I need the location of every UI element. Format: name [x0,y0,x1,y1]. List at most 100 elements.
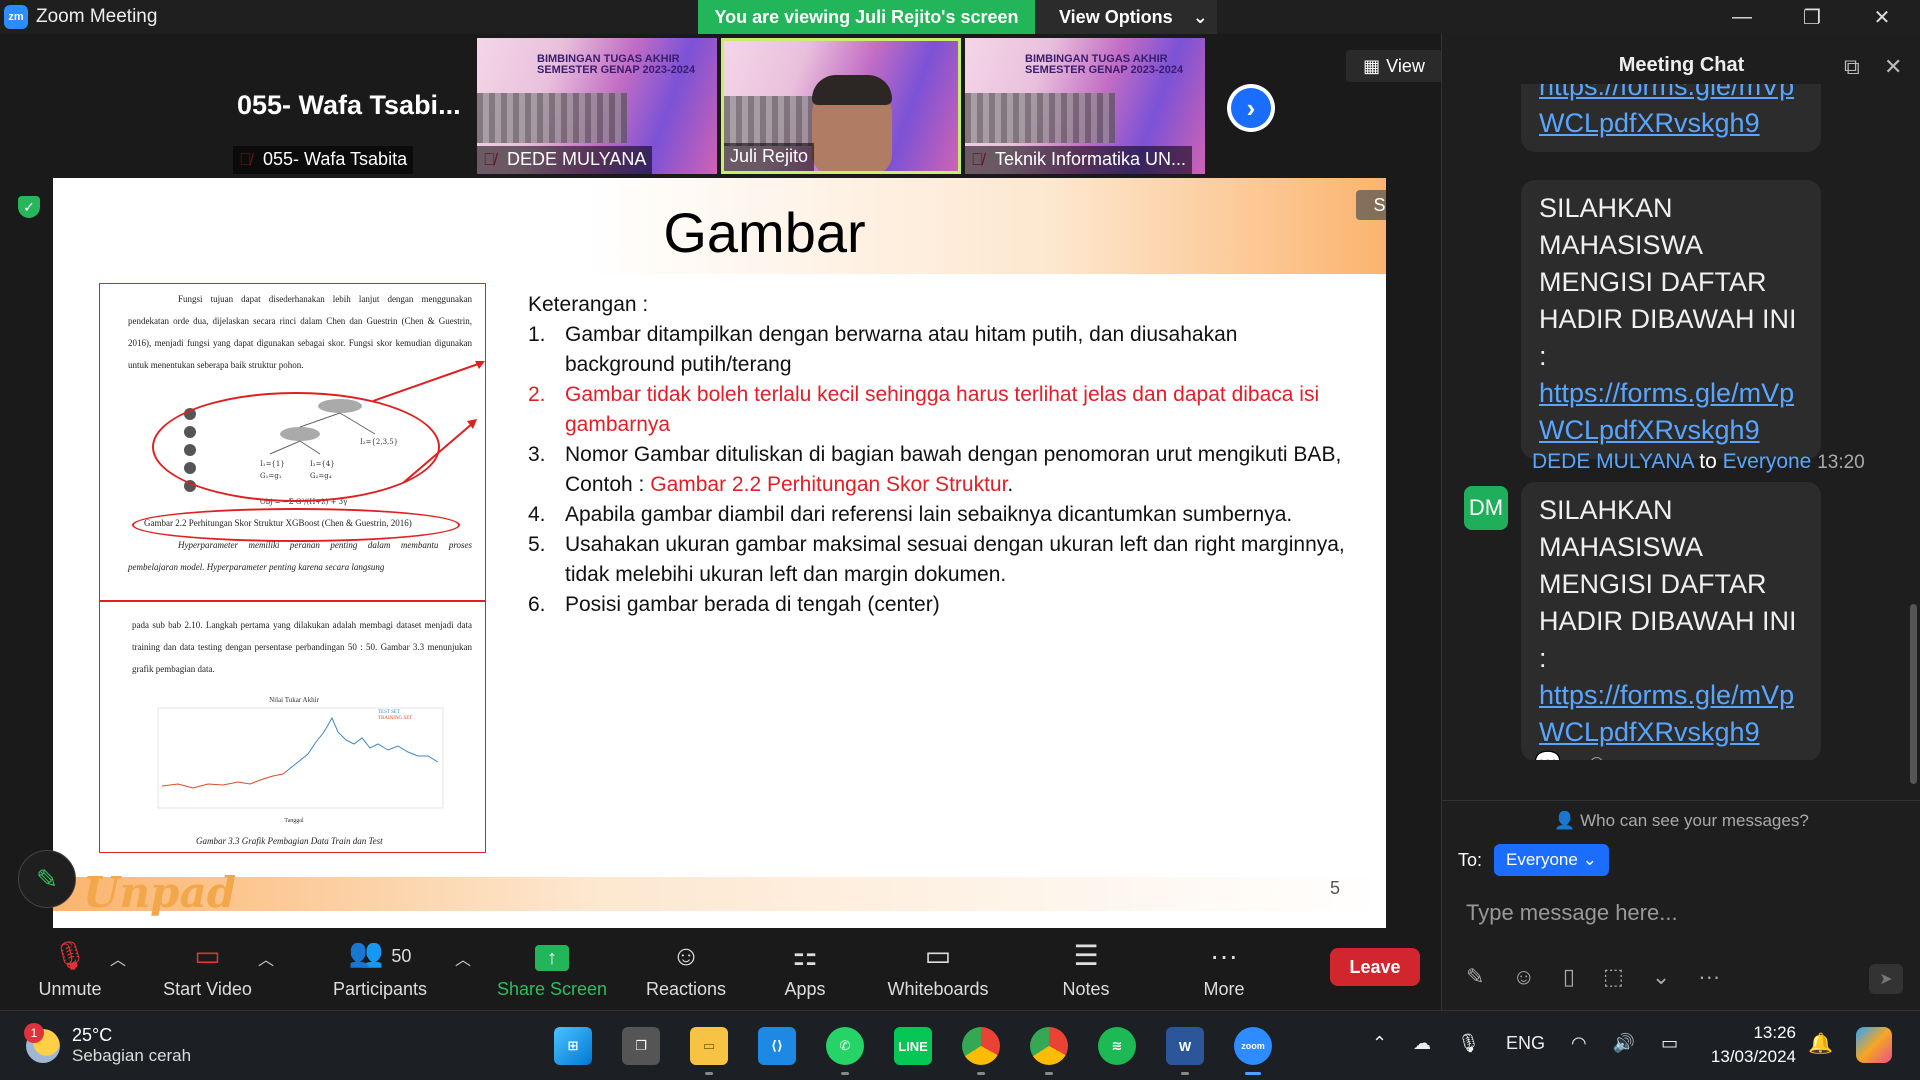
file-explorer-icon[interactable]: ▭ [690,1027,728,1075]
recipient-row: To: Everyone ⌄ [1458,844,1609,876]
slide-title: Gambar [663,201,866,264]
more-icon: ··· [1210,940,1238,971]
chevron-down-icon: ⌄ [1192,6,1208,27]
form-link[interactable]: https://forms.gle/mVpWCLpdfXRvskgh9 [1539,378,1794,445]
file-icon[interactable]: ▯ [1563,964,1575,990]
message-input[interactable]: Type message here... [1466,900,1678,926]
word-icon[interactable]: W [1166,1027,1204,1075]
list-item: 2. Gambar tidak boleh terlalu kecil sehin… [528,383,1320,436]
chrome-profile-icon[interactable] [1030,1027,1068,1075]
share-screen-button[interactable]: ↑ Share Screen [492,928,612,1010]
message-actions: 💬 ☺ ··· [1534,750,1654,760]
sign-in-button[interactable]: Sign in [1356,190,1386,220]
who-can-see-link[interactable]: 👤 Who can see your messages? [1442,800,1920,836]
temperature: 25°C [72,1025,113,1045]
pop-out-icon[interactable]: ⧉ [1844,54,1860,80]
list-item: 4. Apabila gambar diambil dari referensi … [528,503,1293,526]
screenshot-icon[interactable]: ⬚ [1603,964,1624,990]
task-view-icon[interactable]: ❐ [622,1027,660,1065]
notes-button[interactable]: ☰ Notes [1046,928,1126,1010]
line-icon[interactable]: LINE [894,1027,932,1065]
participants-button[interactable]: 👥 50 Participants [325,928,435,1010]
format-icon[interactable]: ✎ [1466,964,1484,990]
viewing-banner: You are viewing Juli Rejito's screen [698,0,1035,34]
copilot-icon[interactable] [1856,1027,1892,1063]
notes-icon: ☰ [1073,940,1099,971]
annotate-pencil-icon[interactable]: ✎ [18,850,76,908]
chat-tools: ✎ ☺ ▯ ⬚ ⌄ ··· [1466,964,1720,990]
participant-tile[interactable]: BIMBINGAN TUGAS AKHIR SEMESTER GENAP 202… [477,38,717,174]
system-tray: ⌃ ☁ 🎙 ENG ◠ 🔊 ▭ [1372,1033,1678,1054]
chrome-icon[interactable] [962,1027,1000,1075]
chat-message-list: https://forms.gle/mVpWCLpdfXRvskgh9 SILA… [1442,84,1920,760]
hall-image [477,93,627,143]
send-icon[interactable]: ➤ [1869,964,1903,994]
chevron-down-icon[interactable]: ⌄ [1652,964,1670,990]
microphone-icon[interactable]: 🎙 [1457,1033,1480,1054]
hall-image [965,93,1115,143]
taskbar-apps: ⊞ ❐ ▭ ⟨⟩ ✆ LINE ≋ W zoom [554,1027,1272,1075]
unmute-button[interactable]: 🎙 Unmute [20,928,120,1010]
apps-button[interactable]: ⚏ Apps [770,928,840,1010]
clock[interactable]: 13:26 13/03/2024 [1700,1021,1796,1069]
keterangan-heading: Keterangan : [528,293,649,316]
slide-page-number: 5 [1330,878,1341,898]
wifi-icon[interactable]: ◠ [1571,1033,1587,1054]
encryption-shield-icon[interactable]: ✓ [18,196,40,218]
grid-icon: ▦ [1363,55,1381,76]
participant-tile[interactable]: BIMBINGAN TUGAS AKHIR SEMESTER GENAP 202… [965,38,1205,174]
emoji-icon[interactable]: ☺ [1512,964,1534,990]
participant-name: Juli Rejito [724,143,815,171]
chart-lines [157,707,444,809]
chart-title: Nilai Tukar Akhir [269,696,319,704]
more-icon[interactable]: ··· [1632,750,1654,760]
avatar: DM [1464,486,1508,530]
video-options-caret-icon[interactable]: ︿ [258,946,274,970]
whiteboards-button[interactable]: ▭ Whiteboards [878,928,998,1010]
form-link[interactable]: https://forms.gle/mVpWCLpdfXRvskgh9 [1539,84,1794,138]
video-off-icon: ▭ [194,940,221,971]
more-button[interactable]: ··· More [1184,928,1264,1010]
battery-icon[interactable]: ▭ [1661,1033,1678,1054]
zoom-icon[interactable]: zoom [1234,1027,1272,1075]
close-icon[interactable]: ✕ [1852,0,1912,34]
restore-icon[interactable]: ❐ [1782,0,1842,34]
onedrive-icon[interactable]: ☁ [1413,1033,1431,1054]
chat-scrollbar[interactable] [1910,604,1917,784]
close-chat-icon[interactable]: ✕ [1884,54,1902,80]
list-item: 1. Gambar ditampilkan dengan berwarna ata… [528,323,1238,376]
weather-widget[interactable]: 1 25°C Sebagian cerah [24,1022,191,1066]
doc-paragraph: Hyperparameter memiliki peranan penting … [128,540,472,572]
start-video-button[interactable]: ▭ Start Video [150,928,265,1010]
participant-name: DEDE MULYANA [477,146,653,174]
doc-paragraph: pada sub bab 2.10. Langkah pertama yang … [132,620,472,674]
audio-options-caret-icon[interactable]: ︿ [110,946,126,970]
participants-caret-icon[interactable]: ︿ [455,946,471,970]
view-button[interactable]: ▦ View [1346,50,1442,82]
unpad-logo: Unpad [83,868,237,917]
chat-message: SILAHKAN MAHASISWA MENGISI DAFTAR HADIR … [1521,180,1821,459]
participant-tile-active[interactable]: Juli Rejito [721,38,961,174]
vscode-icon[interactable]: ⟨⟩ [758,1027,796,1065]
more-icon[interactable]: ··· [1698,964,1720,990]
recipient-select[interactable]: Everyone ⌄ [1494,844,1609,876]
reactions-button[interactable]: ☺ Reactions [636,928,736,1010]
to-label: To: [1458,849,1483,870]
language-indicator[interactable]: ENG [1506,1033,1545,1054]
reply-icon[interactable]: 💬 [1534,750,1561,760]
volume-icon[interactable]: 🔊 [1613,1033,1635,1054]
participant-tile[interactable]: 055- Wafa Tsabi... 🎙̸ 055- Wafa Tsabita [233,38,473,174]
leave-button[interactable]: Leave [1330,948,1420,986]
form-link[interactable]: https://forms.gle/mVpWCLpdfXRvskgh9 [1539,680,1794,747]
whatsapp-icon[interactable]: ✆ [826,1027,864,1075]
spotify-icon[interactable]: ≋ [1098,1027,1136,1065]
windows-start-icon[interactable]: ⊞ [554,1027,592,1065]
next-page-button[interactable]: › [1227,84,1275,132]
chevron-up-icon[interactable]: ⌃ [1372,1033,1387,1054]
notification-badge: 1 [24,1022,44,1043]
minimize-icon[interactable]: — [1712,0,1772,34]
notification-bell-icon[interactable]: 🔔 [1808,1031,1833,1056]
view-options-button[interactable]: View Options ⌄ [1035,0,1217,34]
add-reaction-icon[interactable]: ☺ [1585,750,1607,760]
person-icon: 👤 [1554,811,1576,830]
